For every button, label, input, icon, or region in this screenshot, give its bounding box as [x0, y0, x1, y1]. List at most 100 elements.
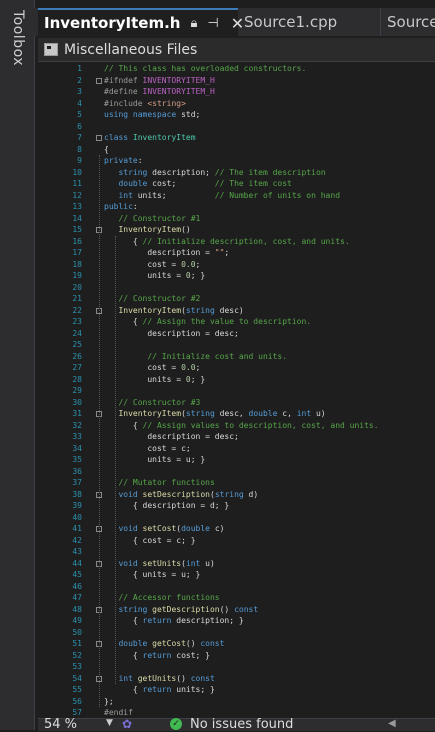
- tab-inventoryitem-h[interactable]: InventoryItem.h 🔒︎ ⊣ ✕: [38, 8, 244, 36]
- code-line[interactable]: int units; // Number of units on hand: [104, 190, 340, 202]
- code-line[interactable]: void setDescription(string d): [104, 489, 258, 501]
- tab-label: Source1.cpp: [244, 13, 338, 31]
- code-line[interactable]: { units = u; }: [104, 569, 200, 581]
- code-token: { units = u; }: [104, 570, 201, 579]
- line-number: 5: [77, 110, 82, 119]
- status-bar: 54 % ▼ ✿ ✓ No issues found ◀: [38, 717, 435, 732]
- code-line[interactable]: cost = c;: [104, 443, 190, 455]
- code-token: {: [104, 685, 143, 694]
- code-line[interactable]: InventoryItem(): [104, 224, 190, 236]
- code-line[interactable]: double cost; // The item cost: [104, 178, 291, 190]
- line-number: 42: [72, 535, 82, 545]
- code-token: "": [214, 248, 225, 257]
- code-cleanup-icon[interactable]: ✿: [122, 717, 132, 731]
- code-line[interactable]: };: [104, 696, 114, 708]
- code-line[interactable]: InventoryItem(string desc): [104, 305, 243, 317]
- line-number: 1: [77, 64, 82, 73]
- line-number: 29: [72, 386, 82, 395]
- code-token: setUnits: [142, 558, 182, 568]
- line-number: 13: [72, 202, 82, 211]
- line-number: 17: [72, 248, 82, 257]
- code-line[interactable]: { description = d; }: [104, 500, 229, 512]
- code-line[interactable]: private:: [104, 155, 143, 167]
- code-line[interactable]: { // Assign values to description, cost,…: [104, 420, 379, 432]
- code-line[interactable]: public:: [104, 201, 138, 213]
- check-circle-icon: ✓: [170, 718, 182, 730]
- lock-icon[interactable]: 🔒︎: [190, 16, 197, 31]
- code-line[interactable]: { // Initialize description, cost, and u…: [104, 236, 350, 248]
- fold-toggle-icon[interactable]: [96, 77, 102, 84]
- line-number: 34: [72, 443, 82, 453]
- line-number: 3: [77, 87, 82, 96]
- code-line[interactable]: #include <string>: [104, 98, 186, 110]
- toolbox-label[interactable]: Toolbox: [10, 10, 26, 66]
- code-token: setDescription: [142, 489, 210, 499]
- line-number: 27: [72, 363, 82, 372]
- line-number: 38: [72, 489, 82, 499]
- toolbox-sidebar[interactable]: Toolbox: [0, 0, 35, 730]
- code-line[interactable]: // Initialize cost and units.: [104, 351, 287, 363]
- code-line[interactable]: cost = 0.0;: [104, 259, 200, 271]
- fold-toggle-icon[interactable]: [96, 135, 102, 141]
- code-line[interactable]: #define INVENTORYITEM_H: [104, 86, 215, 98]
- line-number: 26: [72, 351, 82, 361]
- code-line[interactable]: cost = 0.0;: [104, 362, 200, 374]
- code-line[interactable]: {: [104, 144, 109, 156]
- code-line[interactable]: double getCost() const: [104, 638, 224, 650]
- line-number: 28: [72, 374, 82, 384]
- code-line[interactable]: using namespace std;: [104, 109, 200, 121]
- code-line[interactable]: // Constructor #3: [104, 397, 200, 409]
- code-line[interactable]: description = desc;: [104, 328, 239, 340]
- code-line[interactable]: void setCost(double c): [104, 523, 224, 535]
- code-line[interactable]: string description; // The item descript…: [104, 167, 325, 179]
- project-scope-dropdown[interactable]: Miscellaneous Files: [64, 42, 197, 58]
- code-token: const: [200, 639, 225, 648]
- document-tabs: InventoryItem.h 🔒︎ ⊣ ✕ Source1.cpp Sourc…: [34, 8, 435, 36]
- code-token: description =: [104, 248, 215, 257]
- line-number: 40: [72, 512, 82, 522]
- line-number: 37: [72, 478, 82, 487]
- code-line[interactable]: description = desc;: [104, 431, 239, 443]
- code-token: cost;: [152, 179, 215, 188]
- code-line[interactable]: InventoryItem(string desc, double c, int…: [104, 408, 325, 420]
- line-number: 4: [77, 98, 82, 108]
- code-line[interactable]: // This class has overloaded constructor…: [104, 63, 306, 75]
- code-token: units = u; }: [104, 455, 206, 464]
- code-line[interactable]: units = u; }: [104, 454, 205, 466]
- code-editor[interactable]: 1 // This class has overloaded constructo…: [38, 62, 435, 718]
- code-line[interactable]: void setUnits(int u): [104, 558, 214, 570]
- line-number: 8: [77, 144, 82, 154]
- chevron-down-icon[interactable]: ▼: [106, 718, 113, 728]
- code-line[interactable]: #ifndef INVENTORYITEM_H: [104, 75, 215, 87]
- tab-label: InventoryItem.h: [44, 14, 181, 32]
- code-line[interactable]: { return description; }: [104, 615, 244, 627]
- code-line[interactable]: string getDescription() const: [104, 604, 258, 616]
- line-number: 23: [72, 317, 82, 326]
- code-line[interactable]: // Constructor #2: [104, 293, 200, 305]
- line-number: 52: [72, 650, 82, 660]
- line-number: 36: [72, 466, 82, 476]
- code-line[interactable]: description = "";: [104, 247, 229, 259]
- pin-icon[interactable]: ⊣: [207, 16, 218, 31]
- code-line[interactable]: units = 0; }: [104, 374, 205, 386]
- code-line[interactable]: // Mutator functions: [104, 477, 214, 489]
- code-line[interactable]: units = 0; }: [104, 270, 205, 282]
- tab-source[interactable]: Source: [380, 8, 435, 36]
- code-line[interactable]: { // Assign the value to description.: [104, 316, 311, 328]
- code-line[interactable]: { return units; }: [104, 684, 215, 696]
- code-line[interactable]: // Constructor #1: [104, 213, 200, 225]
- code-line[interactable]: // Accessor functions: [104, 592, 219, 604]
- code-line[interactable]: { cost = c; }: [104, 535, 196, 547]
- code-token: using namespace: [104, 110, 182, 119]
- tab-source1-cpp[interactable]: Source1.cpp: [238, 8, 378, 36]
- code-token: int: [118, 190, 138, 200]
- scroll-left-icon[interactable]: ◀: [388, 718, 396, 729]
- code-line[interactable]: int getUnits() const: [104, 673, 214, 685]
- code-token: { description = d; }: [104, 501, 230, 510]
- code-line[interactable]: class InventoryItem: [104, 132, 196, 144]
- code-line[interactable]: { return cost; }: [104, 650, 210, 662]
